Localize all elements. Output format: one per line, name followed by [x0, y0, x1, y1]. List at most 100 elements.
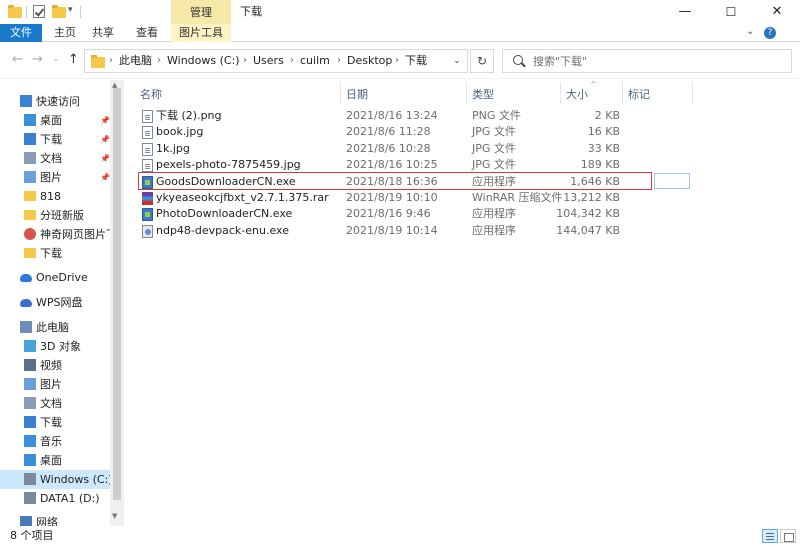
item-count: 8 个项目	[10, 529, 54, 542]
help-icon[interactable]: ?	[764, 27, 776, 39]
maximize-button[interactable]: ☐	[708, 0, 754, 24]
file-row[interactable]: PhotoDownloaderCN.exe 2021/8/16 9:46 应用程序 1…	[138, 206, 652, 222]
file-row[interactable]: book.jpg 2021/8/6 11:28 JPG 文件 16 KB	[138, 124, 652, 140]
search-box[interactable]	[502, 49, 792, 73]
refresh-button[interactable]: ↻	[470, 49, 494, 73]
close-button[interactable]: ✕	[754, 0, 800, 24]
column-separator[interactable]	[340, 82, 341, 104]
chevron-right-icon[interactable]: ›	[109, 50, 113, 72]
nav-item[interactable]: 文档 📌	[0, 149, 110, 168]
chevron-right-icon[interactable]: ›	[290, 50, 294, 72]
nav-item[interactable]: 视频	[0, 356, 110, 375]
up-icon[interactable]: ↑	[68, 52, 79, 67]
nav-item[interactable]: 图片 📌	[0, 168, 110, 187]
chevron-right-icon[interactable]: ›	[243, 50, 247, 72]
nav-item-label: WPS网盘	[36, 296, 83, 309]
file-row[interactable]: ndp48-devpack-enu.exe 2021/8/19 10:14 应用程序…	[138, 223, 652, 239]
file-type: 应用程序	[472, 174, 516, 188]
column-separator[interactable]	[692, 82, 693, 104]
file-row[interactable]: 1k.jpg 2021/8/6 10:28 JPG 文件 33 KB	[138, 141, 652, 157]
column-separator[interactable]	[466, 82, 467, 104]
star-icon	[20, 95, 32, 107]
chevron-right-icon[interactable]: ›	[157, 50, 161, 72]
nav-item[interactable]: 桌面	[0, 451, 110, 470]
tab-view[interactable]: 查看	[132, 24, 162, 42]
breadcrumb-downloads[interactable]: 下载	[405, 50, 427, 72]
nav-item[interactable]: WPS网盘	[0, 293, 110, 312]
large-icons-view-button[interactable]	[780, 529, 796, 543]
nav-pane-scrollbar[interactable]: ▲ ▼	[110, 80, 124, 526]
tab-home[interactable]: 主页	[50, 24, 80, 42]
pictures-icon	[24, 378, 36, 390]
nav-item[interactable]: 桌面 📌	[0, 111, 110, 130]
breadcrumb-this-pc[interactable]: 此电脑	[119, 50, 152, 72]
nav-item[interactable]: OneDrive	[0, 268, 110, 287]
breadcrumb-desktop[interactable]: Desktop	[347, 50, 392, 72]
folder-icon[interactable]	[8, 5, 22, 19]
nav-item[interactable]: 分班新版	[0, 206, 110, 225]
nav-item[interactable]: 下载	[0, 244, 110, 263]
file-name: PhotoDownloaderCN.exe	[156, 207, 293, 221]
column-header-name[interactable]: 名称	[140, 86, 162, 104]
properties-icon[interactable]	[32, 5, 46, 19]
search-input[interactable]	[533, 52, 783, 70]
back-icon[interactable]: ←	[12, 52, 23, 67]
column-separator[interactable]	[560, 82, 561, 104]
scrollbar-thumb[interactable]	[113, 88, 121, 500]
column-header-tags[interactable]: 标记	[628, 86, 650, 104]
address-bar[interactable]: › 此电脑 › Windows (C:) › Users › cuilm › D…	[84, 49, 468, 73]
chevron-right-icon[interactable]: ›	[395, 50, 399, 72]
nav-item[interactable]: DATA1 (D:)	[0, 489, 110, 508]
file-row[interactable]: GoodsDownloaderCN.exe 2021/8/18 16:36 应用程序…	[138, 174, 652, 190]
column-header-size[interactable]: 大小	[566, 86, 588, 104]
tab-share[interactable]: 共享	[88, 24, 118, 42]
chevron-right-icon[interactable]: ›	[337, 50, 341, 72]
nav-item-label: 音乐	[40, 435, 62, 448]
nav-item[interactable]: 下载 📌	[0, 130, 110, 149]
nav-item[interactable]: 818	[0, 187, 110, 206]
breadcrumb-windows-c[interactable]: Windows (C:)	[167, 50, 240, 72]
exe-icon	[142, 175, 153, 189]
nav-item-label: 文档	[40, 152, 62, 165]
nav-item-label: 网络	[36, 516, 58, 526]
search-icon	[513, 55, 523, 65]
file-name: GoodsDownloaderCN.exe	[156, 174, 296, 188]
column-separator[interactable]	[622, 82, 623, 104]
expand-ribbon-icon[interactable]: ⌄	[746, 26, 754, 37]
nav-item[interactable]: 快速访问	[0, 92, 110, 111]
file-row[interactable]: ykyeaseokcjfbxt_v2.7.1.375.rar 2021/8/19 …	[138, 190, 652, 206]
manage-context-tab[interactable]: 管理	[171, 0, 231, 24]
file-row[interactable]: pexels-photo-7875459.jpg 2021/8/16 10:25 J…	[138, 157, 652, 173]
toolbar-separator	[80, 6, 81, 18]
file-type: PNG 文件	[472, 109, 521, 122]
nav-item[interactable]: 网络	[0, 513, 110, 526]
folder-icon	[24, 248, 36, 258]
scroll-down-icon[interactable]: ▼	[112, 512, 117, 520]
nav-item[interactable]: 下载	[0, 413, 110, 432]
nav-item[interactable]: 3D 对象	[0, 337, 110, 356]
forward-icon[interactable]: →	[32, 52, 43, 67]
desktop-icon	[24, 114, 36, 126]
new-folder-icon[interactable]	[52, 5, 66, 19]
nav-item[interactable]: 图片	[0, 375, 110, 394]
column-header-date[interactable]: 日期	[346, 86, 368, 104]
breadcrumb-cuilm[interactable]: cuilm	[300, 50, 330, 72]
details-view-button[interactable]	[762, 529, 778, 543]
file-size: 16 KB	[587, 125, 620, 139]
nav-item[interactable]: 音乐	[0, 432, 110, 451]
file-row[interactable]: 下载 (2).png 2021/8/16 13:24 PNG 文件 2 KB	[138, 108, 652, 124]
nav-item-label: 桌面	[40, 454, 62, 467]
address-dropdown-icon[interactable]: ⌄	[446, 49, 468, 73]
quick-access-dropdown-icon[interactable]: ▾	[68, 5, 73, 15]
minimize-button[interactable]: —	[662, 0, 708, 24]
toolbar-separator	[26, 6, 27, 18]
recent-locations-icon[interactable]: ⌄	[52, 54, 60, 64]
nav-item[interactable]: 神奇网页图片下载	[0, 225, 110, 244]
nav-item[interactable]: Windows (C:)	[0, 470, 110, 489]
column-header-type[interactable]: 类型	[472, 86, 494, 104]
tab-file[interactable]: 文件	[0, 24, 42, 42]
breadcrumb-users[interactable]: Users	[253, 50, 284, 72]
nav-item[interactable]: 此电脑	[0, 318, 110, 337]
nav-item[interactable]: 文档	[0, 394, 110, 413]
tab-picture-tools[interactable]: 图片工具	[171, 24, 231, 42]
